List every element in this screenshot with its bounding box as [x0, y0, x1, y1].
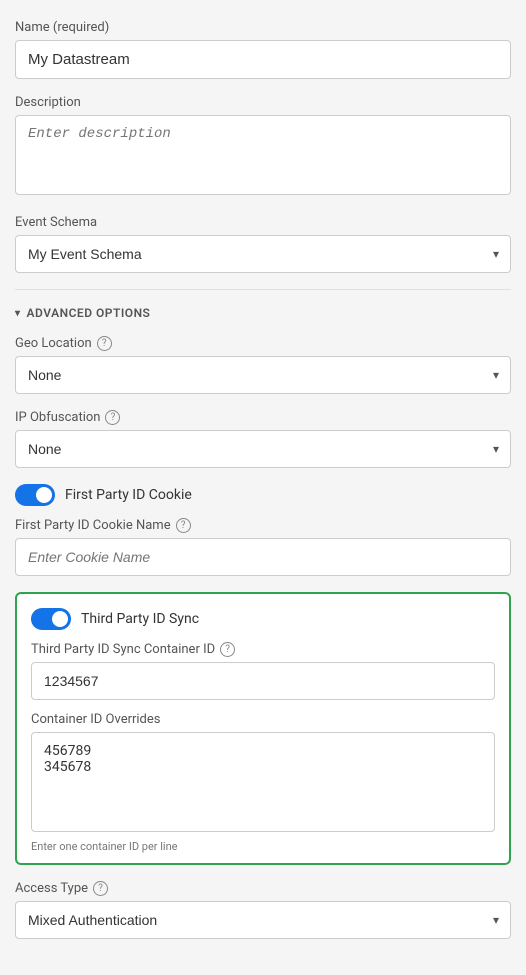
container-overrides-hint: Enter one container ID per line [31, 840, 495, 853]
advanced-options-chevron-icon: ▾ [15, 308, 21, 319]
name-input[interactable] [15, 40, 511, 79]
geo-location-label-row: Geo Location ? [15, 336, 511, 351]
ip-obfuscation-select-wrapper: None ▾ [15, 430, 511, 468]
divider [15, 289, 511, 290]
first-party-cookie-input[interactable] [15, 538, 511, 576]
third-party-container-help-icon[interactable]: ? [220, 642, 235, 657]
ip-obfuscation-help-icon[interactable]: ? [105, 410, 120, 425]
access-type-select[interactable]: Mixed Authentication [15, 901, 511, 939]
advanced-options-label: ADVANCED OPTIONS [27, 306, 151, 320]
advanced-options-toggle[interactable]: ▾ ADVANCED OPTIONS [15, 306, 511, 320]
container-overrides-label: Container ID Overrides [31, 712, 495, 727]
access-type-group: Access Type ? Mixed Authentication ▾ [15, 881, 511, 939]
ip-obfuscation-group: IP Obfuscation ? None ▾ [15, 410, 511, 468]
ip-obfuscation-label-row: IP Obfuscation ? [15, 410, 511, 425]
container-overrides-textarea[interactable]: 456789 345678 [31, 732, 495, 832]
name-field-group: Name (required) [15, 20, 511, 79]
geo-location-select[interactable]: None [15, 356, 511, 394]
ip-obfuscation-label: IP Obfuscation [15, 410, 100, 425]
event-schema-select[interactable]: My Event Schema [15, 235, 511, 273]
third-party-toggle[interactable] [31, 608, 71, 630]
first-party-cookie-name-label-row: First Party ID Cookie Name ? [15, 518, 511, 533]
third-party-container-label: Third Party ID Sync Container ID [31, 642, 215, 657]
ip-obfuscation-select[interactable]: None [15, 430, 511, 468]
description-label: Description [15, 95, 511, 110]
access-type-label: Access Type [15, 881, 88, 896]
third-party-container-input[interactable] [31, 662, 495, 700]
geo-location-select-wrapper: None ▾ [15, 356, 511, 394]
third-party-section: Third Party ID Sync Third Party ID Sync … [15, 592, 511, 865]
description-textarea[interactable] [15, 115, 511, 195]
first-party-toggle[interactable] [15, 484, 55, 506]
first-party-group: First Party ID Cookie First Party ID Coo… [15, 484, 511, 576]
event-schema-group: Event Schema My Event Schema ▾ [15, 215, 511, 273]
event-schema-select-wrapper: My Event Schema ▾ [15, 235, 511, 273]
access-type-help-icon[interactable]: ? [93, 881, 108, 896]
access-type-label-row: Access Type ? [15, 881, 511, 896]
event-schema-label: Event Schema [15, 215, 511, 230]
description-field-group: Description [15, 95, 511, 199]
third-party-container-label-row: Third Party ID Sync Container ID ? [31, 642, 495, 657]
geo-location-group: Geo Location ? None ▾ [15, 336, 511, 394]
first-party-cookie-help-icon[interactable]: ? [176, 518, 191, 533]
first-party-cookie-name-label: First Party ID Cookie Name [15, 518, 171, 533]
first-party-toggle-label: First Party ID Cookie [65, 487, 192, 503]
third-party-toggle-slider [31, 608, 71, 630]
first-party-toggle-row: First Party ID Cookie [15, 484, 511, 506]
geo-location-label: Geo Location [15, 336, 92, 351]
first-party-toggle-slider [15, 484, 55, 506]
access-type-select-wrapper: Mixed Authentication ▾ [15, 901, 511, 939]
third-party-toggle-row: Third Party ID Sync [31, 608, 495, 630]
name-label: Name (required) [15, 20, 511, 35]
third-party-toggle-label: Third Party ID Sync [81, 611, 199, 627]
geo-location-help-icon[interactable]: ? [97, 336, 112, 351]
